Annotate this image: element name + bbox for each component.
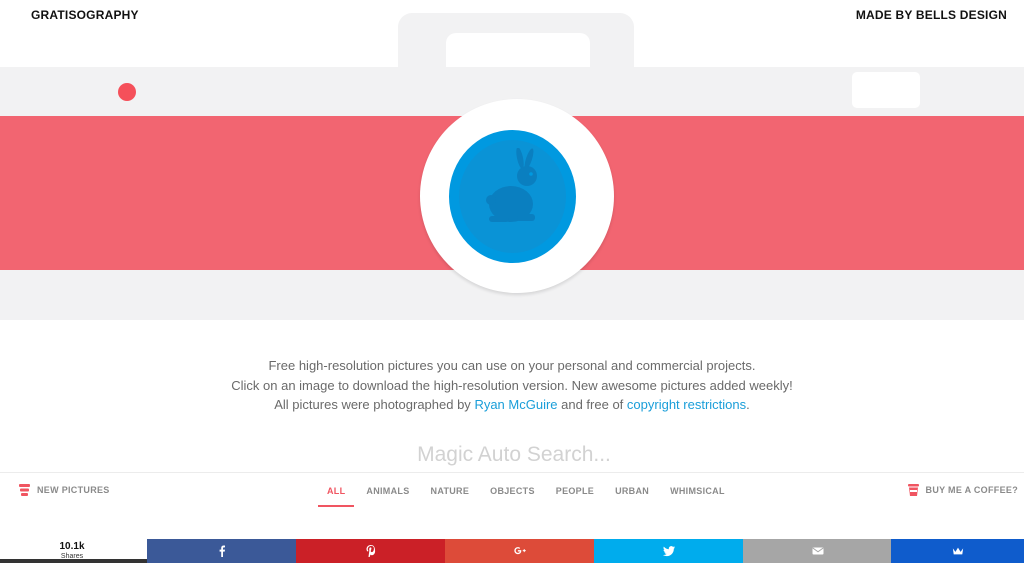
intro-line-3-suffix: . xyxy=(746,397,750,412)
intro-line-1: Free high-resolution pictures you can us… xyxy=(268,358,756,373)
magic-search-input[interactable] xyxy=(362,439,666,471)
coffee-cup-icon xyxy=(907,484,919,496)
intro-line-2: Click on an image to download the high-r… xyxy=(231,377,793,393)
tab-all[interactable]: ALL xyxy=(318,480,355,507)
email-icon xyxy=(812,547,823,555)
tab-nature[interactable]: NATURE xyxy=(422,480,479,505)
buy-coffee-link[interactable]: BUY ME A COFFEE? xyxy=(907,484,1018,496)
intro-line-3: All pictures were photographed by Ryan M… xyxy=(0,395,1024,415)
intro-line-3-middle: and free of xyxy=(557,397,627,412)
new-pictures-link[interactable]: NEW PICTURES xyxy=(19,484,110,496)
google-plus-icon xyxy=(513,547,526,555)
copyright-restrictions-link[interactable]: copyright restrictions xyxy=(627,397,746,412)
share-count: 10.1k Shares xyxy=(56,541,88,561)
tab-objects[interactable]: OBJECTS xyxy=(481,480,544,505)
sumome-share-button[interactable] xyxy=(891,539,1024,563)
tab-whimsical[interactable]: WHIMSICAL xyxy=(661,480,734,505)
camera-flash xyxy=(852,72,920,108)
email-share-button[interactable] xyxy=(743,539,892,563)
facebook-icon xyxy=(219,545,225,557)
intro-line-3-prefix: All pictures were photographed by xyxy=(274,397,475,412)
category-tabs: ALL ANIMALS NATURE OBJECTS PEOPLE URBAN … xyxy=(318,480,737,507)
intro-text: Free high-resolution pictures you can us… xyxy=(0,356,1024,415)
buy-coffee-label: BUY ME A COFFEE? xyxy=(925,485,1018,495)
tab-animals[interactable]: ANIMALS xyxy=(357,480,418,505)
twitter-icon xyxy=(662,546,675,557)
rabbit-icon xyxy=(486,148,537,222)
nav-divider xyxy=(0,472,1024,473)
camera-led-dot xyxy=(118,83,136,101)
photo-strip xyxy=(0,559,147,563)
tab-people[interactable]: PEOPLE xyxy=(547,480,603,505)
new-pictures-label: NEW PICTURES xyxy=(37,485,110,495)
stack-icon xyxy=(19,484,30,496)
ryan-mcguire-link[interactable]: Ryan McGuire xyxy=(474,397,557,412)
pinterest-share-button[interactable] xyxy=(296,539,445,563)
made-by-link[interactable]: MADE BY BELLS DESIGN xyxy=(856,8,1007,22)
site-logo-link[interactable]: GRATISOGRAPHY xyxy=(31,8,139,22)
twitter-share-button[interactable] xyxy=(594,539,743,563)
crown-icon xyxy=(952,547,963,555)
google-plus-share-button[interactable] xyxy=(445,539,594,563)
facebook-share-button[interactable] xyxy=(147,539,296,563)
tab-urban[interactable]: URBAN xyxy=(606,480,658,505)
share-count-number: 10.1k xyxy=(59,541,85,552)
pinterest-icon xyxy=(366,545,375,557)
